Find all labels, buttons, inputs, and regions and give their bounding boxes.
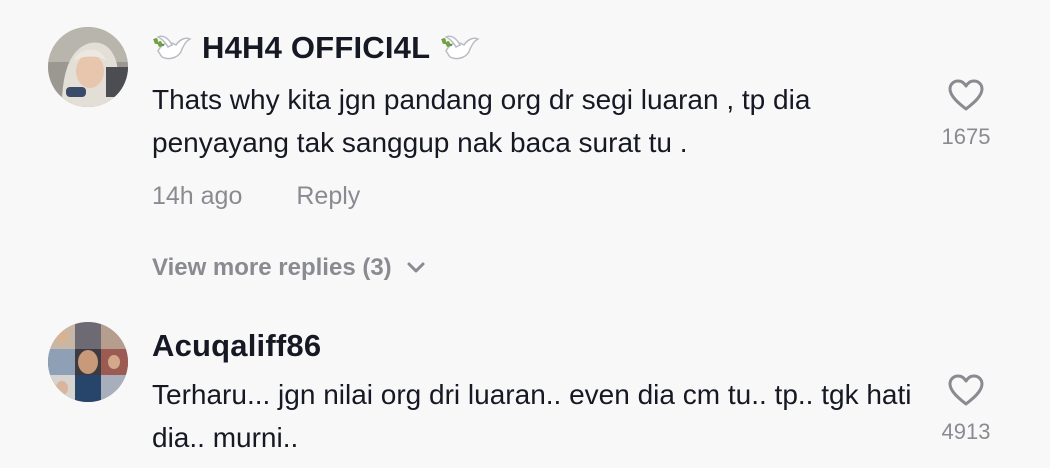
heart-icon <box>948 374 984 406</box>
username-text: Acuqaliff86 <box>152 328 322 363</box>
view-more-replies-button[interactable]: View more replies (3) <box>152 254 426 282</box>
like-button[interactable]: 4913 <box>926 373 1006 445</box>
avatar[interactable] <box>48 27 128 107</box>
chevron-down-icon <box>407 262 425 273</box>
heart-icon <box>948 79 984 111</box>
collage-avatar-icon <box>48 322 128 402</box>
comment-text: Terharu... jgn nilai org dri luaran.. ev… <box>152 379 912 453</box>
comment-item: H4H4 OFFICI4L Thats why kita jgn pandang… <box>0 0 1050 240</box>
avatar[interactable] <box>48 322 128 402</box>
username-text: H4H4 OFFICI4L <box>202 30 431 65</box>
dove-icon <box>440 31 480 65</box>
dove-icon <box>152 31 192 65</box>
woman-hijab-avatar-icon <box>48 27 128 107</box>
comment-text: Thats why kita jgn pandang org dr segi l… <box>152 84 811 158</box>
timestamp: 14h ago <box>152 182 243 210</box>
reply-button[interactable]: Reply <box>296 182 360 210</box>
comment-meta: 14h ago Reply <box>152 182 360 211</box>
like-count: 1675 <box>941 124 991 149</box>
username[interactable]: Acuqaliff86 <box>152 328 321 364</box>
view-more-label: View more replies (3) <box>152 254 392 281</box>
comment-item: Acuqaliff86 Terharu... jgn nilai org dri… <box>0 300 1050 468</box>
username[interactable]: H4H4 OFFICI4L <box>152 30 480 66</box>
like-count: 4913 <box>941 419 991 444</box>
like-button[interactable]: 1675 <box>926 78 1006 150</box>
